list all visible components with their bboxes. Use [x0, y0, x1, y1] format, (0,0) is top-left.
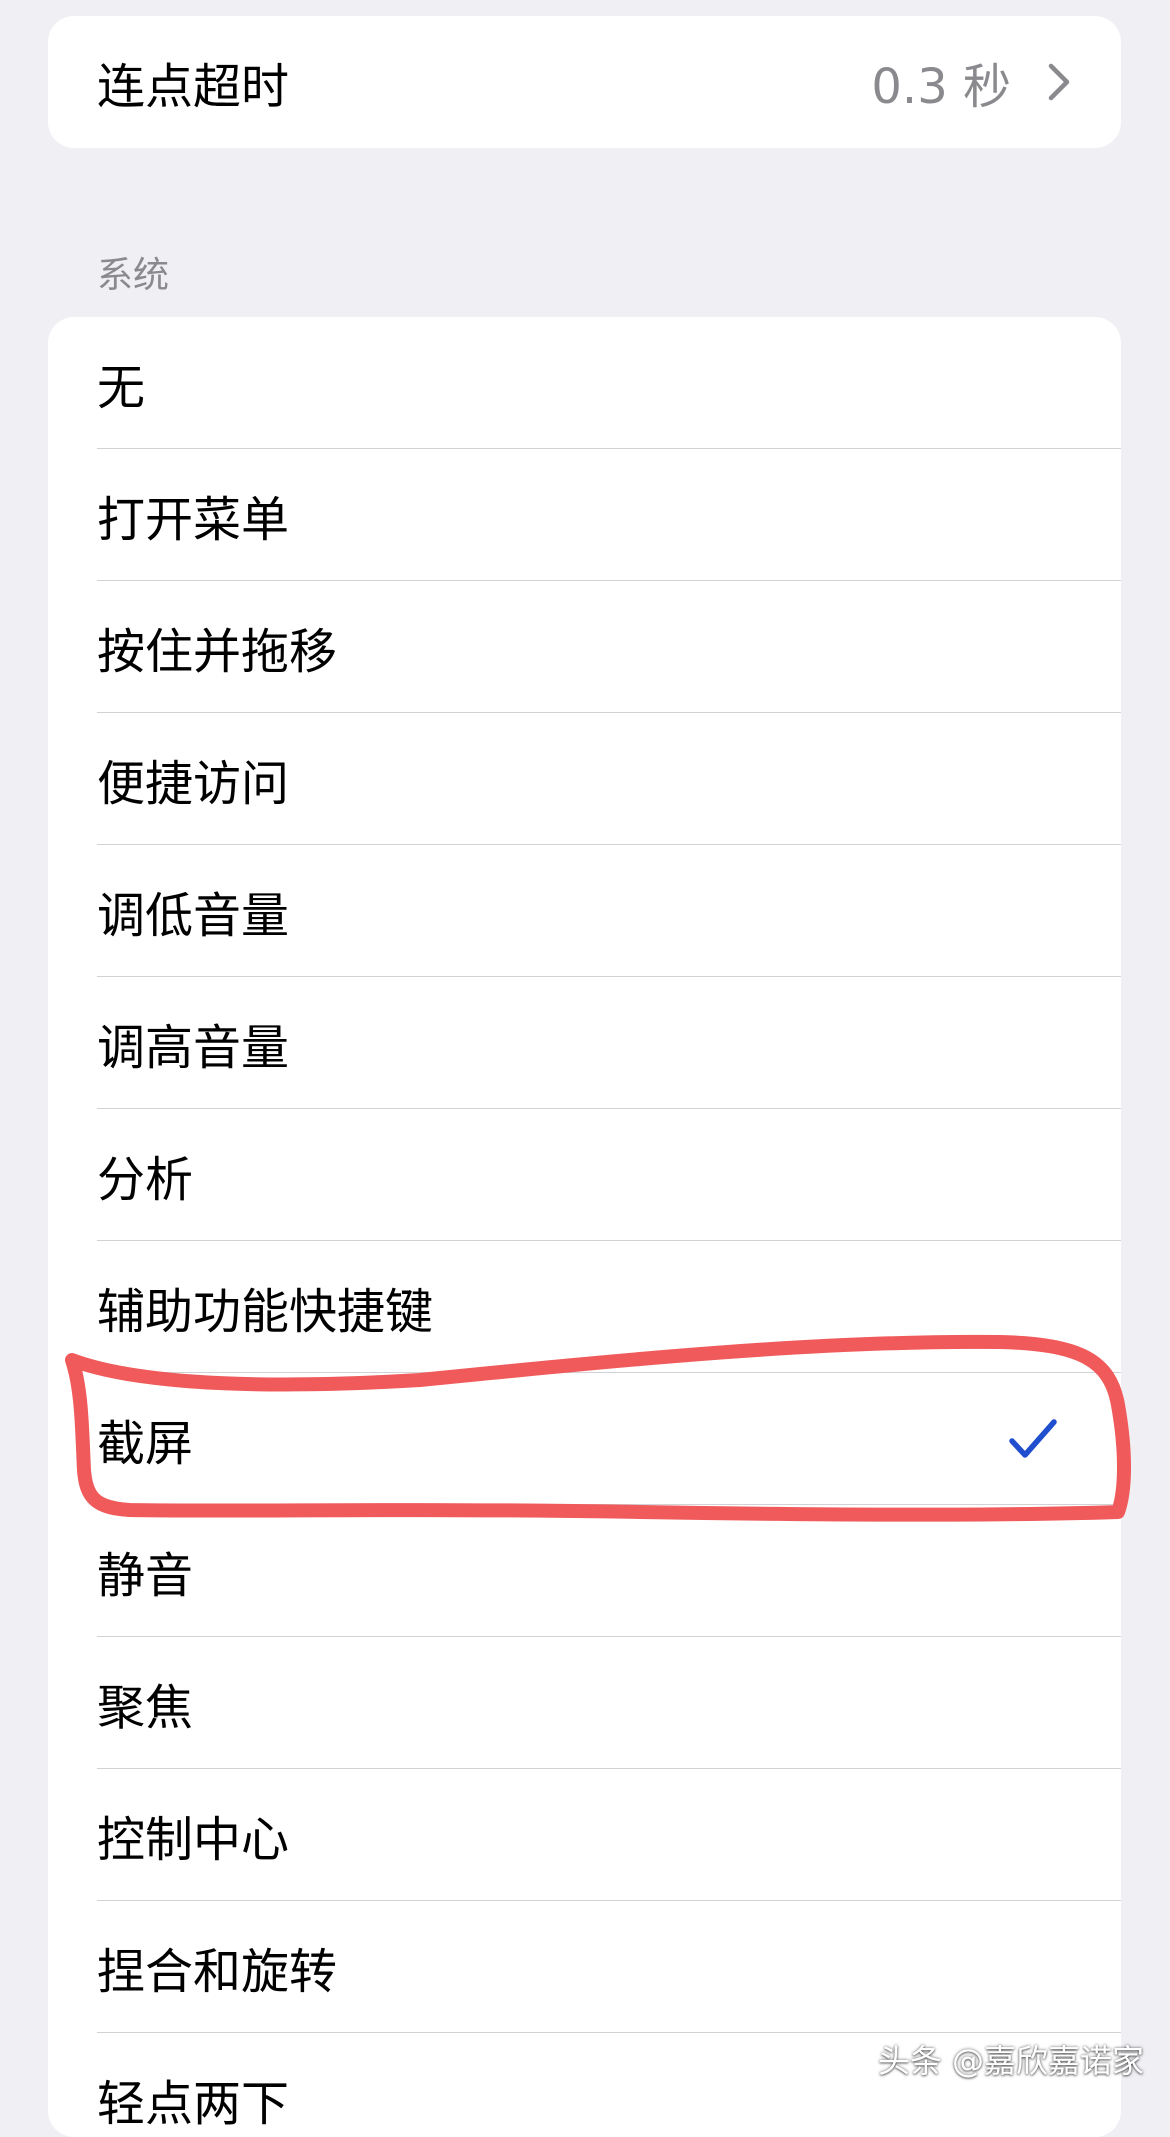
chevron-right-icon — [1041, 63, 1077, 101]
list-item-reachability[interactable]: 便捷访问 — [48, 713, 1121, 845]
list-item-label: 静音 — [97, 1548, 194, 1604]
list-item-label: 分析 — [97, 1152, 194, 1208]
list-item-screenshot[interactable]: 截屏 — [48, 1373, 1121, 1505]
list-item-label: 按住并拖移 — [97, 624, 338, 680]
list-item-label: 控制中心 — [97, 1812, 290, 1868]
list-item-analytics[interactable]: 分析 — [48, 1109, 1121, 1241]
tap-timeout-label: 连点超时 — [97, 59, 290, 115]
list-item-mute[interactable]: 静音 — [48, 1505, 1121, 1637]
list-item-label: 捏合和旋转 — [97, 1944, 338, 2000]
list-item-label: 无 — [97, 360, 146, 416]
list-item-label: 聚焦 — [97, 1680, 194, 1736]
list-item-label: 截屏 — [97, 1416, 194, 1472]
list-item-volume-up[interactable]: 调高音量 — [48, 977, 1121, 1109]
list-item-control-center[interactable]: 控制中心 — [48, 1769, 1121, 1901]
list-item-hold-and-drag[interactable]: 按住并拖移 — [48, 581, 1121, 713]
list-item-focus[interactable]: 聚焦 — [48, 1637, 1121, 1769]
system-actions-list: 无 打开菜单 按住并拖移 便捷访问 调低音量 调高音量 分析 辅助功能快捷键 截… — [48, 317, 1121, 2137]
list-item-none[interactable]: 无 — [48, 317, 1121, 449]
list-item-pinch-and-rotate[interactable]: 捏合和旋转 — [48, 1901, 1121, 2033]
tap-timeout-row[interactable]: 连点超时 0.3 秒 — [48, 16, 1121, 148]
list-item-label: 辅助功能快捷键 — [97, 1284, 434, 1340]
list-item-open-menu[interactable]: 打开菜单 — [48, 449, 1121, 581]
list-item-volume-down[interactable]: 调低音量 — [48, 845, 1121, 977]
list-item-accessibility-shortcut[interactable]: 辅助功能快捷键 — [48, 1241, 1121, 1373]
list-item-label: 调高音量 — [97, 1020, 290, 1076]
list-item-label: 调低音量 — [97, 888, 290, 944]
watermark: 头条 @嘉欣嘉诺家 — [877, 2042, 1144, 2080]
tap-timeout-card: 连点超时 0.3 秒 — [48, 16, 1121, 148]
section-header-system: 系统 — [97, 255, 170, 296]
list-item-label: 打开菜单 — [97, 492, 290, 548]
checkmark-icon — [1005, 1411, 1061, 1467]
list-item-label: 便捷访问 — [97, 756, 290, 812]
tap-timeout-value: 0.3 秒 — [871, 59, 1011, 115]
